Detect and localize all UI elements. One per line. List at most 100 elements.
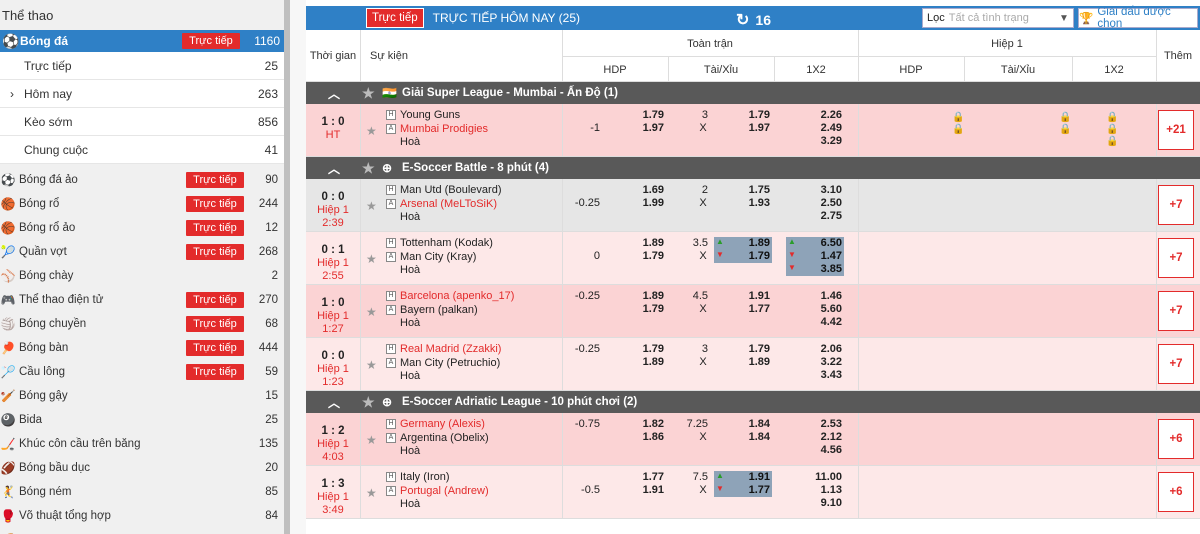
hdp-home-odds[interactable]: 1.79 bbox=[624, 109, 664, 122]
star-icon[interactable]: ★ bbox=[366, 124, 377, 138]
sidebar-divider[interactable] bbox=[284, 0, 306, 534]
over-odds[interactable]: 1.79 bbox=[714, 343, 772, 356]
x12-odds[interactable]: 1.46 bbox=[786, 290, 844, 303]
sidebar-item-sport[interactable]: 🎾 Quần vợt Trực tiếp 268 bbox=[0, 240, 284, 264]
sidebar-item-sport[interactable]: 🏈 Bóng bầu dục 20 bbox=[0, 456, 284, 480]
sidebar-item-sport[interactable]: 🎱 Bida 25 bbox=[0, 408, 284, 432]
x12-odds[interactable]: 2.75 bbox=[786, 210, 844, 223]
league-header[interactable]: ︿ ★ ⊕ E-Soccer Battle - 8 phút (4) bbox=[306, 157, 1200, 179]
more-markets-button[interactable]: +6 bbox=[1158, 472, 1194, 512]
more-markets-button[interactable]: +21 bbox=[1158, 110, 1194, 150]
sidebar-item-sport[interactable]: 🏓 Bóng bàn Trực tiếp 444 bbox=[0, 336, 284, 360]
away-team[interactable]: Man City (Kray) bbox=[400, 251, 476, 263]
home-team[interactable]: Man Utd (Boulevard) bbox=[400, 184, 502, 196]
star-icon[interactable]: ★ bbox=[366, 358, 377, 372]
collapse-icon[interactable]: ︿ bbox=[306, 394, 362, 411]
sidebar-item-football[interactable]: ⚽ Bóng đá Trực tiếp 1160 bbox=[0, 30, 284, 52]
x12-odds[interactable]: 3.22 bbox=[786, 356, 844, 369]
sidebar-item-sport[interactable]: 🏀 Bóng rổ Trực tiếp 244 bbox=[0, 192, 284, 216]
under-odds[interactable]: 1.84 bbox=[714, 431, 772, 444]
hdp-away-odds[interactable]: 1.97 bbox=[624, 122, 664, 135]
x12-odds[interactable]: 5.60 bbox=[786, 303, 844, 316]
sidebar-subitem[interactable]: Chung cuộc 41 bbox=[0, 136, 284, 164]
away-team[interactable]: Argentina (Obelix) bbox=[400, 432, 489, 444]
live-badge[interactable]: Trực tiếp bbox=[186, 316, 244, 332]
sidebar-subitem[interactable]: Kèo sớm 856 bbox=[0, 108, 284, 136]
over-odds[interactable]: 1.84 bbox=[714, 418, 772, 431]
selected-leagues-button[interactable]: 🏆 Giải đấu được chọn bbox=[1078, 6, 1198, 30]
hdp-away-odds[interactable]: 1.79 bbox=[624, 303, 664, 316]
away-team[interactable]: Mumbai Prodigies bbox=[400, 123, 488, 135]
status-filter-select[interactable]: Lọc Tất cả tình trạng ▼ bbox=[922, 8, 1074, 28]
league-header[interactable]: ︿ ★ ⊕ E-Soccer Adriatic League - 10 phút ch… bbox=[306, 391, 1200, 413]
away-team[interactable]: Man City (Petruchio) bbox=[400, 357, 500, 369]
collapse-icon[interactable]: ︿ bbox=[306, 160, 362, 177]
over-odds[interactable]: 1.79 bbox=[714, 109, 772, 122]
sidebar-item-sport[interactable]: 🏒 Khúc côn cầu trên băng 135 bbox=[0, 432, 284, 456]
live-badge[interactable]: Trực tiếp bbox=[186, 340, 244, 356]
sidebar-item-sport[interactable]: 🏏 Bóng gậy 15 bbox=[0, 384, 284, 408]
sidebar-item-sport[interactable]: ⚽ Bóng đá ảo Trực tiếp 90 bbox=[0, 168, 284, 192]
x12-odds[interactable]: 2.53 bbox=[786, 418, 844, 431]
hdp-home-odds[interactable]: 1.77 bbox=[624, 471, 664, 484]
hdp-away-odds[interactable]: 1.86 bbox=[624, 431, 664, 444]
hdp-home-odds[interactable]: 1.82 bbox=[624, 418, 664, 431]
sidebar-item-sport[interactable]: 🏀 Bóng rổ ảo Trực tiếp 12 bbox=[0, 216, 284, 240]
star-icon[interactable]: ★ bbox=[366, 433, 377, 447]
hdp-away-odds[interactable]: 1.99 bbox=[624, 197, 664, 210]
over-odds[interactable]: 1.91 bbox=[714, 290, 772, 303]
x12-odds[interactable]: 2.26 bbox=[786, 109, 844, 122]
league-header[interactable]: ︿ ★ 🇮🇳 Giải Super League - Mumbai - Ấn Độ (… bbox=[306, 82, 1200, 104]
live-badge[interactable]: Trực tiếp bbox=[186, 292, 244, 308]
over-odds[interactable]: 1.75 bbox=[714, 184, 772, 197]
x12-odds[interactable]: 2.06 bbox=[786, 343, 844, 356]
x12-odds[interactable]: 4.42 bbox=[786, 316, 844, 329]
star-icon[interactable]: ★ bbox=[366, 199, 377, 213]
home-team[interactable]: Real Madrid (Zzakki) bbox=[400, 343, 501, 355]
hdp-home-odds[interactable]: 1.89 bbox=[624, 237, 664, 250]
x12-odds[interactable]: 2.50 bbox=[786, 197, 844, 210]
under-odds[interactable]: 1.93 bbox=[714, 197, 772, 210]
more-markets-button[interactable]: +6 bbox=[1158, 419, 1194, 459]
more-markets-button[interactable]: +7 bbox=[1158, 291, 1194, 331]
more-markets-button[interactable]: +7 bbox=[1158, 185, 1194, 225]
x12-odds[interactable]: 2.12 bbox=[786, 431, 844, 444]
sidebar-item-sport[interactable]: ⚾ Bóng chày 2 bbox=[0, 264, 284, 288]
x12-odds[interactable]: 11.00 bbox=[786, 471, 844, 484]
away-team[interactable]: Portugal (Andrew) bbox=[400, 485, 489, 497]
hdp-away-odds[interactable]: 1.89 bbox=[624, 356, 664, 369]
hdp-away-odds[interactable]: 1.79 bbox=[624, 250, 664, 263]
star-icon[interactable]: ★ bbox=[366, 305, 377, 319]
sidebar-item-sport[interactable]: 🤾 Bóng ném 85 bbox=[0, 480, 284, 504]
x12-odds[interactable]: 9.10 bbox=[786, 497, 844, 510]
away-team[interactable]: Bayern (palkan) bbox=[400, 304, 478, 316]
under-odds[interactable]: 1.97 bbox=[714, 122, 772, 135]
hdp-away-odds[interactable]: 1.91 bbox=[624, 484, 664, 497]
sidebar-item-sport[interactable]: 🏸 Cầu lông Trực tiếp 59 bbox=[0, 360, 284, 384]
under-odds[interactable]: 1.89 bbox=[714, 356, 772, 369]
star-icon[interactable]: ★ bbox=[362, 160, 382, 177]
x12-odds[interactable]: 3.43 bbox=[786, 369, 844, 382]
live-badge[interactable]: Trực tiếp bbox=[186, 244, 244, 260]
x12-odds[interactable]: 4.56 bbox=[786, 444, 844, 457]
sidebar-item-sport[interactable]: 🥊 Võ thuật tổng hợp 84 bbox=[0, 504, 284, 528]
x12-odds[interactable]: 3.29 bbox=[786, 135, 844, 148]
away-team[interactable]: Arsenal (MeLToSiK) bbox=[400, 198, 497, 210]
live-badge[interactable]: Trực tiếp bbox=[186, 196, 244, 212]
sidebar-subitem[interactable]: Trực tiếp 25 bbox=[0, 52, 284, 80]
home-team[interactable]: Young Guns bbox=[400, 109, 460, 121]
more-markets-button[interactable]: +7 bbox=[1158, 344, 1194, 384]
x12-odds[interactable]: 1.13 bbox=[786, 484, 844, 497]
star-icon[interactable]: ★ bbox=[366, 252, 377, 266]
x12-odds[interactable]: 2.49 bbox=[786, 122, 844, 135]
live-badge[interactable]: Trực tiếp bbox=[186, 220, 244, 236]
hdp-home-odds[interactable]: 1.89 bbox=[624, 290, 664, 303]
sidebar-item-sport[interactable]: 🏐 Bóng chuyền Trực tiếp 68 bbox=[0, 312, 284, 336]
refresh-button[interactable]: ↻ 16 bbox=[736, 10, 771, 30]
under-odds[interactable]: 1.77 bbox=[714, 303, 772, 316]
live-badge[interactable]: Trực tiếp bbox=[182, 33, 240, 49]
home-team[interactable]: Barcelona (apenko_17) bbox=[400, 290, 514, 302]
star-icon[interactable]: ★ bbox=[366, 486, 377, 500]
live-badge[interactable]: Trực tiếp bbox=[186, 172, 244, 188]
home-team[interactable]: Germany (Alexis) bbox=[400, 418, 485, 430]
